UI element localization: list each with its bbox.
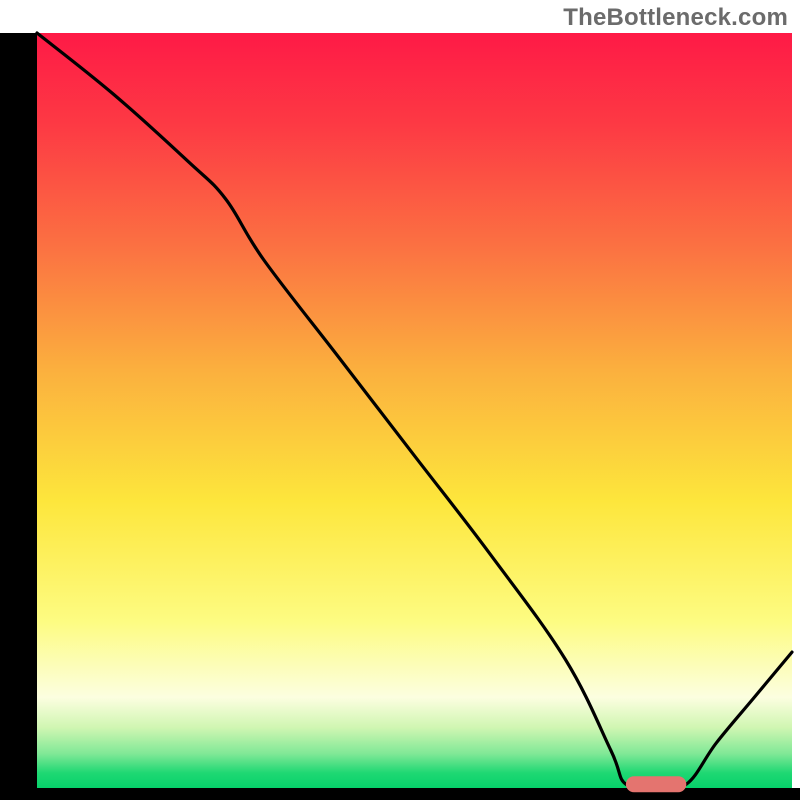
optimum-marker <box>626 776 686 792</box>
y-axis <box>0 33 37 800</box>
plot-background <box>37 33 792 788</box>
chart-frame: TheBottleneck.com <box>0 0 800 800</box>
bottleneck-chart <box>0 0 800 800</box>
